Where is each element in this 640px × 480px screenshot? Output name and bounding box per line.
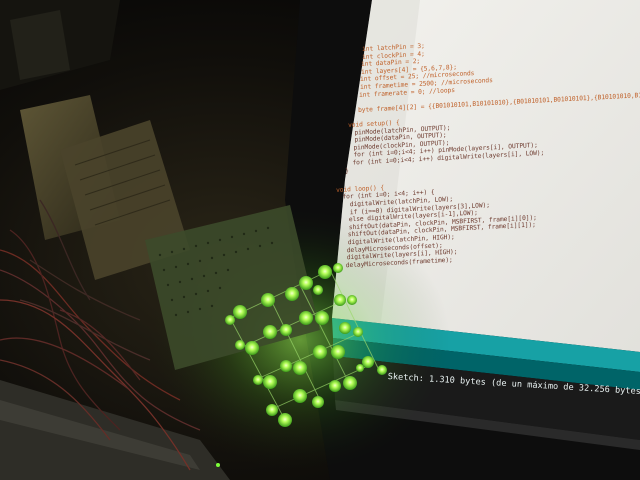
box-dim <box>10 10 70 80</box>
power-led <box>216 463 220 467</box>
photo-scene <box>0 0 640 480</box>
